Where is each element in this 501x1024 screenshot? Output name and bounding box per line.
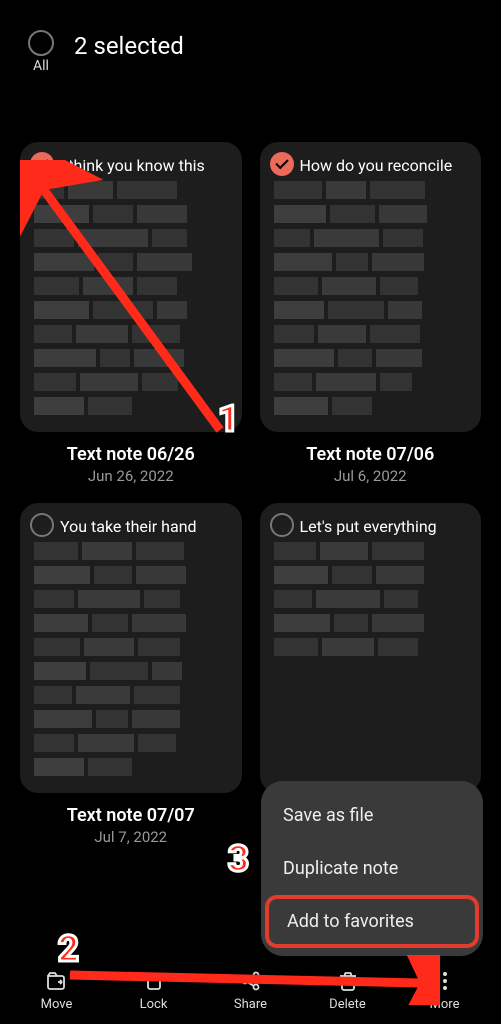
note-preview-text: Let's put everything	[300, 517, 468, 536]
note-card[interactable]: You take their hand Text note 07/07 Jul …	[20, 503, 242, 846]
note-preview-text: You take their hand	[60, 517, 228, 536]
blurred-content	[34, 181, 228, 415]
select-all-label: All	[33, 58, 49, 74]
blurred-content	[34, 542, 228, 776]
more-menu-popup: Save as file Duplicate note Add to favor…	[261, 781, 483, 956]
select-all-button[interactable]: All	[28, 30, 54, 74]
add-to-favorites-item[interactable]: Add to favorites	[265, 895, 479, 948]
lock-label: Lock	[140, 997, 168, 1012]
checkmark-icon[interactable]	[270, 152, 294, 176]
select-all-circle-icon	[28, 30, 54, 56]
save-as-file-item[interactable]: Save as file	[261, 789, 483, 842]
more-icon	[433, 969, 457, 993]
note-card[interactable]: How do you reconcile Text note 07/06 Jul…	[260, 142, 482, 485]
move-button[interactable]: Move	[8, 969, 105, 1012]
move-label: Move	[41, 997, 73, 1012]
unchecked-circle-icon[interactable]	[30, 513, 54, 537]
lock-icon	[142, 969, 166, 993]
more-label: More	[430, 997, 460, 1012]
note-card[interactable]: I think you know this Text note 06/26 Ju…	[20, 142, 242, 485]
delete-button[interactable]: Delete	[299, 969, 396, 1012]
share-button[interactable]: Share	[202, 969, 299, 1012]
checkmark-icon[interactable]	[30, 152, 54, 176]
bottom-toolbar: Move Lock Share Delete More	[0, 957, 501, 1024]
selected-count-text: 2 selected	[74, 32, 184, 60]
note-title: Text note 06/26	[20, 444, 242, 465]
unchecked-circle-icon[interactable]	[270, 513, 294, 537]
note-title: Text note 07/06	[260, 444, 482, 465]
delete-icon	[336, 969, 360, 993]
delete-label: Delete	[329, 997, 366, 1012]
note-date: Jul 7, 2022	[20, 828, 242, 846]
note-preview-text: How do you reconcile	[300, 156, 468, 175]
move-icon	[45, 969, 69, 993]
duplicate-note-item[interactable]: Duplicate note	[261, 842, 483, 895]
note-date: Jul 6, 2022	[260, 467, 482, 485]
more-button[interactable]: More	[396, 969, 493, 1012]
blurred-content	[274, 542, 468, 656]
note-preview-text: I think you know this	[60, 156, 228, 175]
blurred-content	[274, 181, 468, 415]
note-title: Text note 07/07	[20, 805, 242, 826]
lock-button[interactable]: Lock	[105, 969, 202, 1012]
note-date: Jun 26, 2022	[20, 467, 242, 485]
share-label: Share	[234, 997, 267, 1012]
share-icon	[239, 969, 263, 993]
